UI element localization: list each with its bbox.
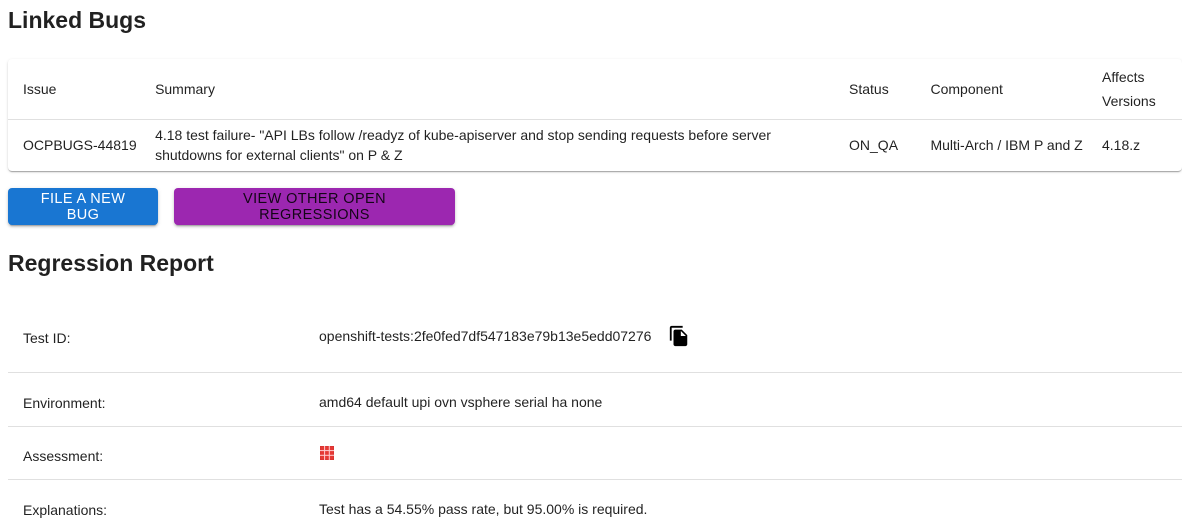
explanations-label: Explanations: [23,502,108,518]
copy-icon[interactable] [668,325,690,347]
bug-summary: 4.18 test failure- "API LBs follow /read… [155,127,771,164]
column-header-component: Component [930,59,1102,120]
assessment-label: Assessment: [23,448,104,464]
bug-issue-id[interactable]: OCPBUGS-44819 [8,119,155,171]
linked-bugs-table: Issue Summary Status Component Affects V… [8,59,1182,171]
test-id-value: openshift-tests:2fe0fed7df547183e79b13e5… [319,328,652,344]
column-header-status: Status [849,59,931,120]
environment-row: Environment: amd64 default upi ovn vsphe… [8,373,1182,427]
bug-component: Multi-Arch / IBM P and Z [930,137,1083,154]
view-open-regressions-button[interactable]: VIEW OTHER OPEN REGRESSIONS [174,188,455,225]
column-header-summary: Summary [155,59,850,120]
regression-report-table: Test ID: openshift-tests:2fe0fed7df54718… [8,298,1182,532]
column-header-affects-versions: Affects Versions [1102,59,1182,120]
environment-label: Environment: [23,395,106,411]
linked-bugs-title: Linked Bugs [8,7,147,33]
explanations-value: Test has a 54.55% pass rate, but 95.00% … [319,501,648,517]
bug-status: ON_QA [849,137,899,154]
environment-value: amd64 default upi ovn vsphere serial ha … [319,394,603,410]
table-row: OCPBUGS-44819 4.18 test failure- "API LB… [8,119,1182,171]
red-grid-icon [320,446,334,460]
explanations-row: Explanations: Test has a 54.55% pass rat… [8,480,1182,532]
regression-report-title: Regression Report [8,250,214,276]
bug-affects-versions: 4.18.z [1102,137,1141,154]
column-header-issue: Issue [8,59,156,120]
assessment-row: Assessment: [8,427,1182,480]
table-header-row: Issue Summary Status Component Affects V… [8,59,1182,120]
file-new-bug-button[interactable]: FILE A NEW BUG [8,188,158,225]
test-id-row: Test ID: openshift-tests:2fe0fed7df54718… [8,298,1182,373]
test-id-label: Test ID: [23,330,71,346]
